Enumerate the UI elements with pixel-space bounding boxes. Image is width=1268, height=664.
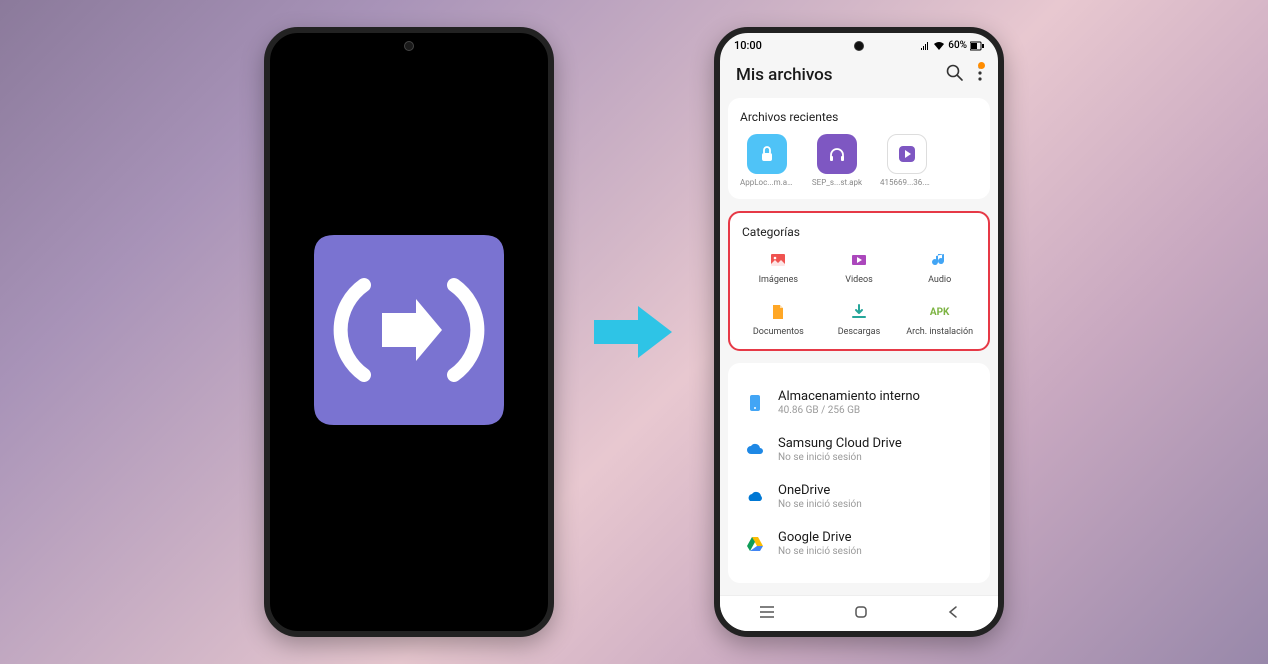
categories-title: Categorías	[742, 225, 976, 239]
category-label: Arch. instalación	[906, 327, 973, 337]
phone-right: 10:00 60% Mis archivos Archivos reciente…	[714, 27, 1004, 637]
quickshare-app-icon	[294, 215, 524, 449]
storage-title: Almacenamiento interno	[778, 389, 920, 404]
page-title: Mis archivos	[736, 65, 833, 85]
storage-internal[interactable]: Almacenamiento interno 40.86 GB / 256 GB	[740, 379, 978, 426]
apk-icon: APK	[929, 301, 951, 323]
search-button[interactable]	[946, 64, 964, 86]
battery-text: 60%	[948, 40, 967, 51]
category-images[interactable]: Imágenes	[742, 249, 815, 285]
status-indicators: 60%	[920, 40, 984, 51]
wifi-icon	[933, 41, 945, 51]
storage-title: Google Drive	[778, 530, 862, 545]
search-icon	[946, 64, 964, 82]
status-time: 10:00	[734, 39, 762, 52]
category-label: Descargas	[838, 327, 881, 337]
category-downloads[interactable]: Descargas	[823, 301, 896, 337]
samsung-cloud-icon	[744, 439, 766, 461]
recent-file-item[interactable]: SEP_s...st.apk	[810, 134, 864, 187]
transfer-arrow-icon	[594, 292, 674, 372]
storage-title: OneDrive	[778, 483, 862, 498]
storage-sub: No se inició sesión	[778, 452, 902, 463]
nav-bar	[720, 595, 998, 631]
recent-file-item[interactable]: 415669...36.avi	[880, 134, 934, 187]
recent-file-label: AppLoc...m.apk	[740, 178, 794, 187]
categories-card: Categorías Imágenes Videos Audio Documen…	[728, 211, 990, 351]
storage-card: Almacenamiento interno 40.86 GB / 256 GB…	[728, 363, 990, 583]
category-documents[interactable]: Documentos	[742, 301, 815, 337]
audio-icon	[929, 249, 951, 271]
play-icon	[887, 134, 927, 174]
phone-left	[264, 27, 554, 637]
recent-file-label: SEP_s...st.apk	[812, 178, 862, 187]
battery-icon	[970, 41, 984, 51]
category-label: Imágenes	[759, 275, 798, 285]
camera-hole-icon	[404, 41, 414, 51]
document-icon	[767, 301, 789, 323]
home-icon	[853, 604, 869, 620]
onedrive-icon	[744, 486, 766, 508]
recent-file-label: 415669...36.avi	[880, 178, 934, 187]
more-button[interactable]	[978, 65, 982, 85]
headphones-icon	[817, 134, 857, 174]
storage-icon	[744, 392, 766, 414]
storage-sub: 40.86 GB / 256 GB	[778, 405, 920, 416]
nav-recents-button[interactable]	[759, 604, 775, 623]
category-label: Videos	[845, 275, 873, 285]
signal-icon	[920, 41, 930, 51]
recents-icon	[759, 605, 775, 619]
storage-samsung-cloud[interactable]: Samsung Cloud Drive No se inició sesión	[740, 426, 978, 473]
recent-title: Archivos recientes	[740, 110, 978, 124]
notification-badge-icon	[978, 62, 985, 69]
storage-title: Samsung Cloud Drive	[778, 436, 902, 451]
storage-sub: No se inició sesión	[778, 546, 862, 557]
gdrive-icon	[744, 533, 766, 555]
category-audio[interactable]: Audio	[903, 249, 976, 285]
app-header: Mis archivos	[720, 54, 998, 98]
storage-onedrive[interactable]: OneDrive No se inició sesión	[740, 473, 978, 520]
recent-file-item[interactable]: AppLoc...m.apk	[740, 134, 794, 187]
nav-back-button[interactable]	[947, 604, 959, 623]
back-icon	[947, 605, 959, 619]
recent-files-card: Archivos recientes AppLoc...m.apk SEP_s.…	[728, 98, 990, 199]
image-icon	[767, 249, 789, 271]
lock-icon	[747, 134, 787, 174]
storage-google-drive[interactable]: Google Drive No se inició sesión	[740, 520, 978, 567]
category-apk[interactable]: APK Arch. instalación	[903, 301, 976, 337]
camera-hole-icon	[854, 41, 864, 51]
storage-sub: No se inició sesión	[778, 499, 862, 510]
category-label: Documentos	[753, 327, 804, 337]
download-icon	[848, 301, 870, 323]
nav-home-button[interactable]	[853, 604, 869, 624]
category-videos[interactable]: Videos	[823, 249, 896, 285]
category-label: Audio	[928, 275, 951, 285]
video-icon	[848, 249, 870, 271]
